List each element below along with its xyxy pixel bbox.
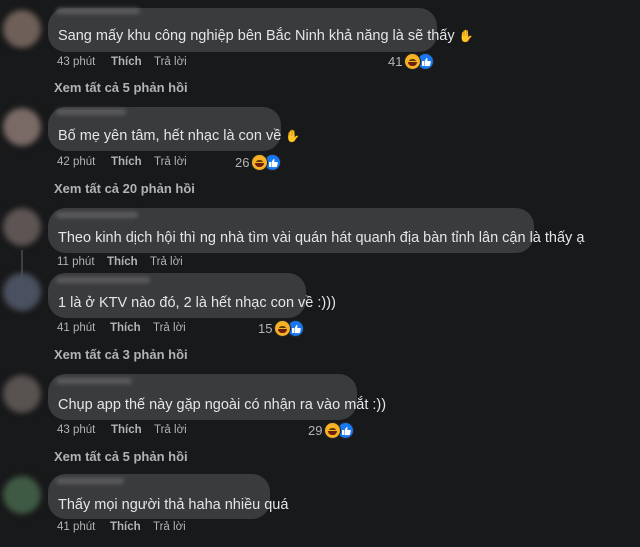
timestamp[interactable]: 41 phút — [57, 322, 95, 334]
view-replies-link[interactable]: Xem tất cả 20 phản hồi — [54, 181, 195, 196]
reaction-count: 29 — [308, 423, 323, 438]
reply-link[interactable]: Trả lời — [154, 56, 187, 68]
reaction-summary[interactable]: 29 — [308, 422, 355, 439]
like-link[interactable]: Thích — [111, 424, 142, 436]
reaction-count: 15 — [258, 321, 273, 336]
reaction-count: 41 — [388, 54, 403, 69]
comment-bubble: Theo kinh dịch hội thì ng nhà tìm vài qu… — [48, 208, 584, 253]
avatar[interactable] — [3, 208, 41, 246]
like-link[interactable]: Thích — [107, 256, 138, 268]
reply-link[interactable]: Trả lời — [153, 521, 186, 533]
comment-bubble: Bố mẹ yên tâm, hết nhạc là con về ✋ — [48, 107, 300, 151]
like-link[interactable]: Thích — [111, 56, 142, 68]
avatar[interactable] — [3, 476, 41, 514]
comment-bubble: Thấy mọi người thả haha nhiều quá — [48, 474, 288, 519]
avatar[interactable] — [3, 108, 41, 146]
comment-text: Sang mấy khu công nghiệp bên Bắc Ninh kh… — [58, 28, 455, 44]
reaction-summary[interactable]: 15 — [258, 320, 305, 337]
author-name-blurred[interactable] — [56, 478, 124, 484]
comment-bubble: 1 là ở KTV nào đó, 2 là hết nhạc con về … — [48, 273, 336, 318]
timestamp[interactable]: 42 phút — [57, 156, 95, 168]
author-name-blurred[interactable] — [56, 109, 126, 115]
comment-text: 1 là ở KTV nào đó, 2 là hết nhạc con về … — [58, 295, 336, 311]
author-name-blurred[interactable] — [56, 277, 150, 283]
like-link[interactable]: Thích — [110, 322, 141, 334]
reply-link[interactable]: Trả lời — [150, 256, 183, 268]
reply-link[interactable]: Trả lời — [154, 156, 187, 168]
comment-text: Bố mẹ yên tâm, hết nhạc là con về — [58, 128, 282, 144]
timestamp[interactable]: 43 phút — [57, 56, 95, 68]
author-name-blurred[interactable] — [56, 8, 140, 14]
reply-link[interactable]: Trả lời — [154, 424, 187, 436]
view-replies-link[interactable]: Xem tất cả 5 phản hồi — [54, 80, 188, 95]
avatar[interactable] — [3, 10, 41, 48]
avatar[interactable] — [3, 375, 41, 413]
hand-emoji-icon: ✋ — [285, 129, 301, 143]
timestamp[interactable]: 11 phút — [57, 256, 95, 268]
timestamp[interactable]: 41 phút — [57, 521, 95, 533]
author-name-blurred[interactable] — [56, 378, 132, 384]
comment-bubble: Sang mấy khu công nghiệp bên Bắc Ninh kh… — [48, 8, 474, 52]
avatar[interactable] — [3, 273, 41, 311]
comment-text: Chụp app thế này gặp ngoài có nhận ra và… — [58, 397, 387, 413]
view-replies-link[interactable]: Xem tất cả 5 phản hồi — [54, 449, 188, 464]
hand-emoji-icon: ✋ — [458, 29, 474, 43]
comment-text: Thấy mọi người thả haha nhiều quá — [58, 497, 289, 513]
view-replies-link[interactable]: Xem tất cả 3 phản hồi — [54, 347, 188, 362]
author-name-blurred[interactable] — [56, 212, 138, 218]
reaction-summary[interactable]: 41 — [388, 53, 435, 70]
timestamp[interactable]: 43 phút — [57, 424, 95, 436]
comment-bubble: Chụp app thế này gặp ngoài có nhận ra và… — [48, 374, 386, 420]
reaction-count: 26 — [235, 155, 250, 170]
like-link[interactable]: Thích — [111, 156, 142, 168]
comment-text: Theo kinh dịch hội thì ng nhà tìm vài qu… — [58, 230, 585, 246]
like-link[interactable]: Thích — [110, 521, 141, 533]
reply-link[interactable]: Trả lời — [153, 322, 186, 334]
reaction-summary[interactable]: 26 — [235, 154, 282, 171]
